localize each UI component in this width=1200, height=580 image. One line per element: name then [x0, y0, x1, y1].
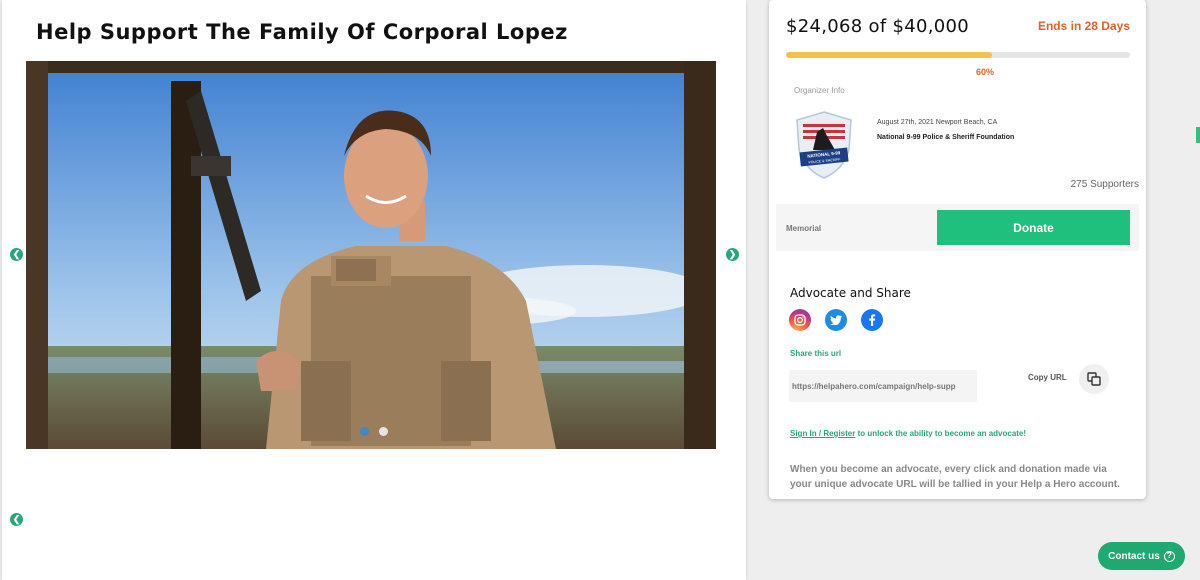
- funding-progress-bar: [786, 52, 1130, 58]
- signin-prompt-text: to unlock the ability to become an advoc…: [855, 429, 1027, 438]
- question-mark-icon: ?: [1163, 550, 1175, 562]
- organizer-date-location: August 27th, 2021 Newport Beach, CA: [877, 119, 998, 126]
- contact-us-label: Contact us: [1108, 550, 1160, 562]
- back-arrow-icon[interactable]: ❮: [10, 513, 23, 526]
- days-remaining: Ends in 28 Days: [1037, 19, 1130, 33]
- page-scrollbar-thumb[interactable]: [1196, 127, 1200, 143]
- carousel-prev-arrow-icon[interactable]: ❮: [10, 248, 23, 261]
- supporters-count: 275 Supporters: [1070, 179, 1139, 190]
- facebook-icon[interactable]: [861, 309, 883, 331]
- signin-register-link[interactable]: Sign In / Register: [790, 429, 855, 438]
- contact-us-button[interactable]: Contact us ?: [1098, 542, 1185, 570]
- carousel-dots: [360, 427, 388, 436]
- amount-raised: $24,068 of $40,000: [786, 16, 970, 37]
- memorial-tag: Memorial: [786, 224, 822, 233]
- campaign-main-panel: Help Support The Family Of Corporal Lope…: [2, 0, 746, 580]
- page-title: Help Support The Family Of Corporal Lope…: [36, 20, 568, 44]
- donate-panel: Memorial Donate: [776, 204, 1139, 251]
- instagram-icon[interactable]: [789, 309, 811, 331]
- share-url-label: Share this url: [790, 349, 842, 358]
- carousel-next-arrow-icon[interactable]: ❯: [726, 248, 739, 261]
- organizer-info-label: Organizer Info: [794, 86, 845, 95]
- twitter-icon[interactable]: [825, 309, 847, 331]
- campaign-photo-carousel[interactable]: [26, 61, 716, 449]
- advocate-share-heading: Advocate and Share: [790, 286, 911, 300]
- share-url-field[interactable]: [789, 370, 977, 402]
- advocate-explanation: When you become an advocate, every click…: [790, 464, 1120, 490]
- copy-url-button[interactable]: [1079, 364, 1109, 394]
- funding-progress-fill: [786, 52, 993, 58]
- donation-sidebar: $24,068 of $40,000 Ends in 28 Days 60% O…: [769, 0, 1146, 499]
- carousel-dot-1[interactable]: [360, 427, 369, 436]
- signin-prompt: Sign In / Register to unlock the ability…: [790, 429, 1026, 438]
- copy-url-label: Copy URL: [1028, 373, 1067, 382]
- progress-percent-label: 60%: [976, 67, 995, 77]
- soldier-photo: [26, 61, 716, 449]
- police-badge-logo: NATIONAL 9-99 POLICE & SHERIFF: [796, 111, 852, 179]
- organizer-name: National 9-99 Police & Sheriff Foundatio…: [877, 134, 1015, 141]
- copy-icon: [1087, 372, 1101, 386]
- carousel-dot-2[interactable]: [379, 427, 388, 436]
- donate-button[interactable]: Donate: [937, 210, 1130, 245]
